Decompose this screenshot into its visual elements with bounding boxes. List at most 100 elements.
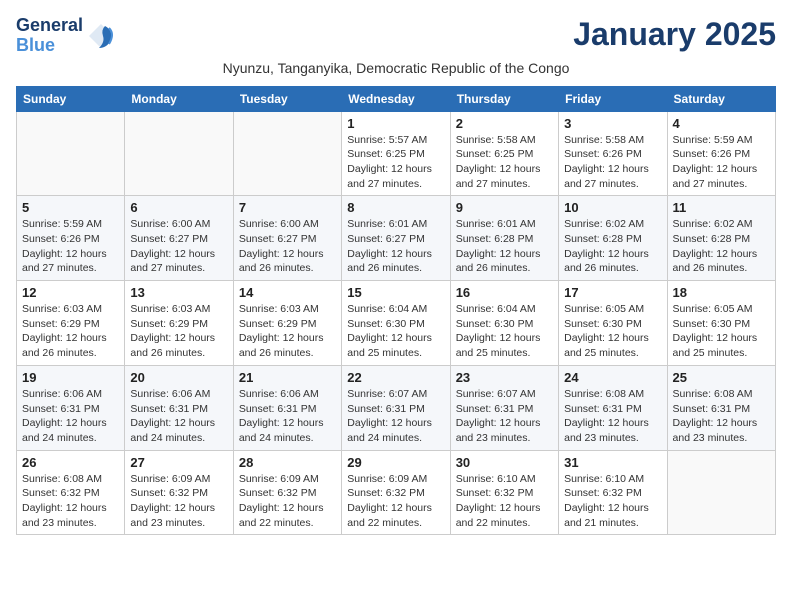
calendar-cell	[17, 111, 125, 196]
calendar-cell: 26 Sunrise: 6:08 AM Sunset: 6:32 PM Dayli…	[17, 450, 125, 535]
calendar-cell: 29 Sunrise: 6:09 AM Sunset: 6:32 PM Dayli…	[342, 450, 450, 535]
day-info: Sunrise: 5:59 AM Sunset: 6:26 PM Dayligh…	[22, 217, 119, 276]
weekday-header-thursday: Thursday	[450, 86, 558, 111]
day-number: 12	[22, 285, 119, 300]
day-info: Sunrise: 5:59 AM Sunset: 6:26 PM Dayligh…	[673, 133, 770, 192]
calendar-table: SundayMondayTuesdayWednesdayThursdayFrid…	[16, 86, 776, 536]
weekday-header-sunday: Sunday	[17, 86, 125, 111]
calendar-cell: 3 Sunrise: 5:58 AM Sunset: 6:26 PM Daylig…	[559, 111, 667, 196]
calendar-cell	[125, 111, 233, 196]
day-info: Sunrise: 6:00 AM Sunset: 6:27 PM Dayligh…	[239, 217, 336, 276]
calendar-week-4: 19 Sunrise: 6:06 AM Sunset: 6:31 PM Dayli…	[17, 365, 776, 450]
day-info: Sunrise: 6:03 AM Sunset: 6:29 PM Dayligh…	[239, 302, 336, 361]
calendar-body: 1 Sunrise: 5:57 AM Sunset: 6:25 PM Daylig…	[17, 111, 776, 535]
calendar-cell: 20 Sunrise: 6:06 AM Sunset: 6:31 PM Dayli…	[125, 365, 233, 450]
day-number: 23	[456, 370, 553, 385]
logo: GeneralBlue	[16, 16, 115, 56]
day-info: Sunrise: 5:57 AM Sunset: 6:25 PM Dayligh…	[347, 133, 444, 192]
weekday-header-wednesday: Wednesday	[342, 86, 450, 111]
day-info: Sunrise: 6:10 AM Sunset: 6:32 PM Dayligh…	[456, 472, 553, 531]
day-number: 1	[347, 116, 444, 131]
logo-text: GeneralBlue	[16, 16, 83, 56]
calendar-cell: 30 Sunrise: 6:10 AM Sunset: 6:32 PM Dayli…	[450, 450, 558, 535]
day-info: Sunrise: 6:08 AM Sunset: 6:31 PM Dayligh…	[673, 387, 770, 446]
calendar-cell: 24 Sunrise: 6:08 AM Sunset: 6:31 PM Dayli…	[559, 365, 667, 450]
calendar-cell	[233, 111, 341, 196]
day-info: Sunrise: 6:08 AM Sunset: 6:31 PM Dayligh…	[564, 387, 661, 446]
calendar-cell: 9Sunrise: 6:01 AM Sunset: 6:28 PM Daylig…	[450, 196, 558, 281]
day-info: Sunrise: 6:07 AM Sunset: 6:31 PM Dayligh…	[456, 387, 553, 446]
day-number: 2	[456, 116, 553, 131]
day-info: Sunrise: 6:06 AM Sunset: 6:31 PM Dayligh…	[130, 387, 227, 446]
day-info: Sunrise: 6:06 AM Sunset: 6:31 PM Dayligh…	[22, 387, 119, 446]
day-info: Sunrise: 6:05 AM Sunset: 6:30 PM Dayligh…	[564, 302, 661, 361]
day-number: 29	[347, 455, 444, 470]
day-number: 19	[22, 370, 119, 385]
day-number: 15	[347, 285, 444, 300]
day-info: Sunrise: 6:09 AM Sunset: 6:32 PM Dayligh…	[239, 472, 336, 531]
day-number: 21	[239, 370, 336, 385]
calendar-cell: 7Sunrise: 6:00 AM Sunset: 6:27 PM Daylig…	[233, 196, 341, 281]
day-info: Sunrise: 6:06 AM Sunset: 6:31 PM Dayligh…	[239, 387, 336, 446]
calendar-cell: 16 Sunrise: 6:04 AM Sunset: 6:30 PM Dayli…	[450, 281, 558, 366]
calendar-week-5: 26 Sunrise: 6:08 AM Sunset: 6:32 PM Dayli…	[17, 450, 776, 535]
day-info: Sunrise: 6:09 AM Sunset: 6:32 PM Dayligh…	[347, 472, 444, 531]
day-info: Sunrise: 6:09 AM Sunset: 6:32 PM Dayligh…	[130, 472, 227, 531]
day-number: 20	[130, 370, 227, 385]
calendar-week-1: 1 Sunrise: 5:57 AM Sunset: 6:25 PM Daylig…	[17, 111, 776, 196]
calendar-cell: 13 Sunrise: 6:03 AM Sunset: 6:29 PM Dayli…	[125, 281, 233, 366]
day-info: Sunrise: 6:10 AM Sunset: 6:32 PM Dayligh…	[564, 472, 661, 531]
weekday-header-monday: Monday	[125, 86, 233, 111]
month-title: January 2025	[573, 16, 776, 53]
calendar-cell: 19 Sunrise: 6:06 AM Sunset: 6:31 PM Dayli…	[17, 365, 125, 450]
calendar-cell: 8 Sunrise: 6:01 AM Sunset: 6:27 PM Daylig…	[342, 196, 450, 281]
calendar-cell: 2 Sunrise: 5:58 AM Sunset: 6:25 PM Daylig…	[450, 111, 558, 196]
calendar-cell: 17 Sunrise: 6:05 AM Sunset: 6:30 PM Dayli…	[559, 281, 667, 366]
day-number: 16	[456, 285, 553, 300]
day-number: 18	[673, 285, 770, 300]
day-info: Sunrise: 6:01 AM Sunset: 6:28 PM Dayligh…	[456, 217, 553, 276]
calendar-cell: 31 Sunrise: 6:10 AM Sunset: 6:32 PM Dayli…	[559, 450, 667, 535]
day-number: 13	[130, 285, 227, 300]
calendar-cell: 5 Sunrise: 5:59 AM Sunset: 6:26 PM Daylig…	[17, 196, 125, 281]
day-info: Sunrise: 6:02 AM Sunset: 6:28 PM Dayligh…	[673, 217, 770, 276]
day-number: 30	[456, 455, 553, 470]
weekday-header-row: SundayMondayTuesdayWednesdayThursdayFrid…	[17, 86, 776, 111]
day-info: Sunrise: 6:03 AM Sunset: 6:29 PM Dayligh…	[130, 302, 227, 361]
day-info: Sunrise: 6:04 AM Sunset: 6:30 PM Dayligh…	[347, 302, 444, 361]
day-number: 11	[673, 200, 770, 215]
day-number: 24	[564, 370, 661, 385]
day-info: Sunrise: 6:07 AM Sunset: 6:31 PM Dayligh…	[347, 387, 444, 446]
calendar-cell: 28Sunrise: 6:09 AM Sunset: 6:32 PM Dayli…	[233, 450, 341, 535]
calendar-cell: 21 Sunrise: 6:06 AM Sunset: 6:31 PM Dayli…	[233, 365, 341, 450]
day-number: 3	[564, 116, 661, 131]
day-info: Sunrise: 6:01 AM Sunset: 6:27 PM Dayligh…	[347, 217, 444, 276]
calendar-cell: 12 Sunrise: 6:03 AM Sunset: 6:29 PM Dayli…	[17, 281, 125, 366]
day-info: Sunrise: 6:05 AM Sunset: 6:30 PM Dayligh…	[673, 302, 770, 361]
calendar-cell: 6Sunrise: 6:00 AM Sunset: 6:27 PM Daylig…	[125, 196, 233, 281]
weekday-header-saturday: Saturday	[667, 86, 775, 111]
day-info: Sunrise: 5:58 AM Sunset: 6:26 PM Dayligh…	[564, 133, 661, 192]
weekday-header-friday: Friday	[559, 86, 667, 111]
calendar-cell: 1 Sunrise: 5:57 AM Sunset: 6:25 PM Daylig…	[342, 111, 450, 196]
calendar-week-3: 12 Sunrise: 6:03 AM Sunset: 6:29 PM Dayli…	[17, 281, 776, 366]
day-number: 14	[239, 285, 336, 300]
day-number: 8	[347, 200, 444, 215]
calendar-cell: 10Sunrise: 6:02 AM Sunset: 6:28 PM Dayli…	[559, 196, 667, 281]
day-info: Sunrise: 6:03 AM Sunset: 6:29 PM Dayligh…	[22, 302, 119, 361]
calendar-week-2: 5 Sunrise: 5:59 AM Sunset: 6:26 PM Daylig…	[17, 196, 776, 281]
day-number: 31	[564, 455, 661, 470]
day-number: 10	[564, 200, 661, 215]
calendar-cell: 25Sunrise: 6:08 AM Sunset: 6:31 PM Dayli…	[667, 365, 775, 450]
day-info: Sunrise: 6:04 AM Sunset: 6:30 PM Dayligh…	[456, 302, 553, 361]
calendar-cell: 18 Sunrise: 6:05 AM Sunset: 6:30 PM Dayli…	[667, 281, 775, 366]
day-info: Sunrise: 6:08 AM Sunset: 6:32 PM Dayligh…	[22, 472, 119, 531]
weekday-header-tuesday: Tuesday	[233, 86, 341, 111]
day-number: 5	[22, 200, 119, 215]
day-number: 26	[22, 455, 119, 470]
calendar-cell: 14 Sunrise: 6:03 AM Sunset: 6:29 PM Dayli…	[233, 281, 341, 366]
calendar-cell: 27Sunrise: 6:09 AM Sunset: 6:32 PM Dayli…	[125, 450, 233, 535]
day-info: Sunrise: 5:58 AM Sunset: 6:25 PM Dayligh…	[456, 133, 553, 192]
day-number: 17	[564, 285, 661, 300]
calendar-cell: 22Sunrise: 6:07 AM Sunset: 6:31 PM Dayli…	[342, 365, 450, 450]
